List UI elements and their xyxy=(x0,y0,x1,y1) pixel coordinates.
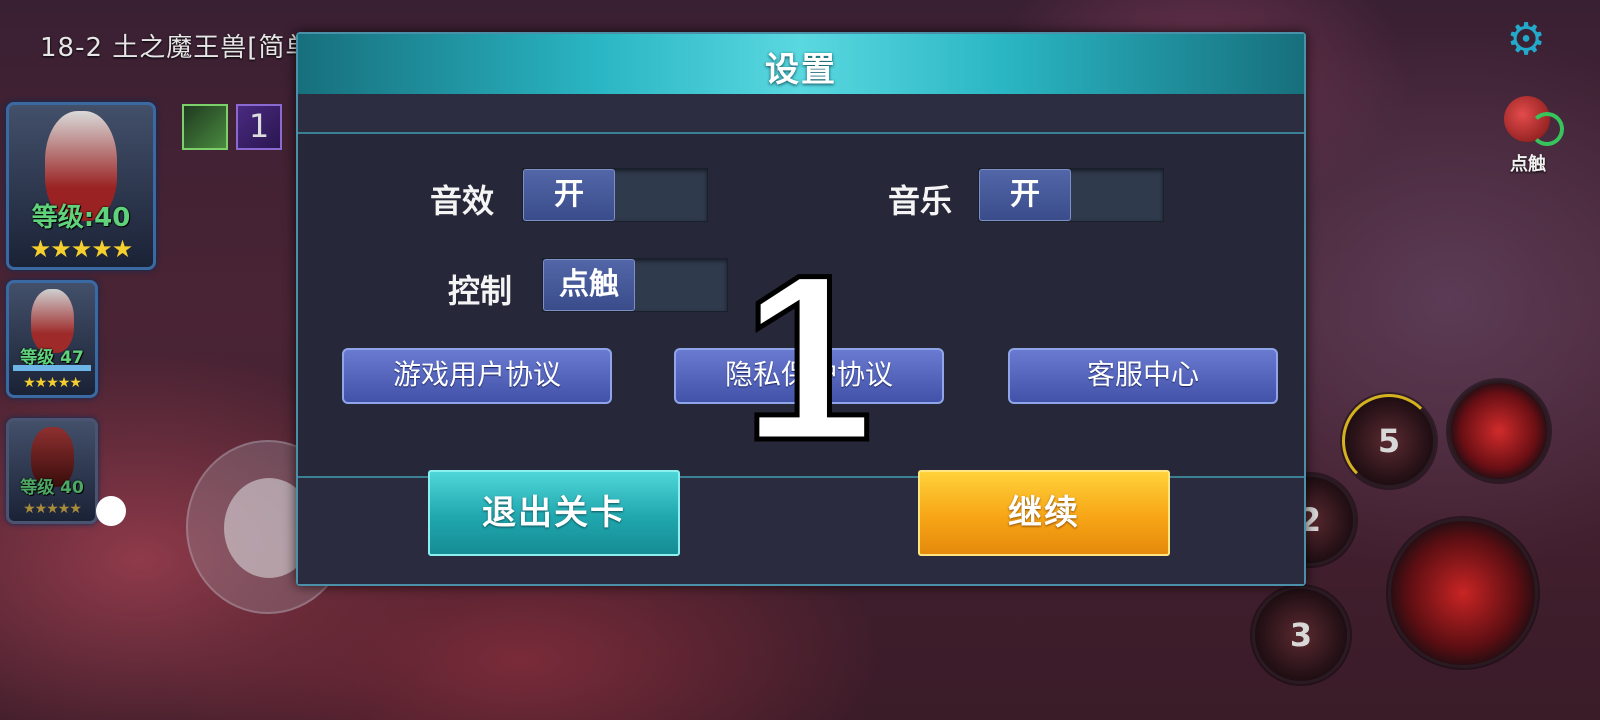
hero-energy-bar xyxy=(13,365,91,371)
toggle-knob[interactable]: 开 xyxy=(979,169,1071,221)
dialog-header: 设置 xyxy=(298,34,1304,94)
skill-button-special[interactable] xyxy=(1448,380,1550,482)
buff-icon-green xyxy=(182,104,228,150)
control-label: 控制 xyxy=(448,272,513,310)
tap-control-toggle[interactable]: 点触 xyxy=(1496,96,1564,180)
gear-icon[interactable]: ⚙ xyxy=(1500,18,1552,62)
indicator-dot xyxy=(96,496,126,526)
continue-button[interactable]: 继续 xyxy=(918,470,1170,556)
buff-icon-purple: 1 xyxy=(236,104,282,150)
user-agreement-button[interactable]: 游戏用户协议 xyxy=(342,348,612,404)
dialog-title: 设置 xyxy=(765,50,837,90)
skill-button-3[interactable]: 3 xyxy=(1252,586,1350,684)
hero-level: 等级 40 xyxy=(20,478,84,498)
sound-effects-label: 音效 xyxy=(430,182,495,220)
tap-control-label: 点触 xyxy=(1510,154,1546,175)
hero-stars: ★★★★★ xyxy=(29,235,134,263)
toggle-knob[interactable]: 开 xyxy=(523,169,615,221)
dialog-strip xyxy=(298,94,1304,134)
customer-service-button[interactable]: 客服中心 xyxy=(1008,348,1278,404)
toggle-knob[interactable]: 点触 xyxy=(543,259,635,311)
attack-button[interactable] xyxy=(1388,518,1538,668)
sound-effects-toggle[interactable]: 开 xyxy=(522,168,708,222)
hero-card-1[interactable]: 等级:40 ★★★★★ xyxy=(6,102,156,270)
music-toggle[interactable]: 开 xyxy=(978,168,1164,222)
hero-card-2[interactable]: 等级 47 ★★★★★ xyxy=(6,280,98,398)
stage-title: 18-2 土之魔王兽[简单] xyxy=(40,33,324,63)
music-label: 音乐 xyxy=(888,182,953,220)
hero-stars: ★★★★★ xyxy=(23,501,82,517)
rotate-arrow-icon xyxy=(1530,112,1564,146)
hero-stars: ★★★★★ xyxy=(23,375,82,391)
hero-card-3[interactable]: 等级 40 ★★★★★ xyxy=(6,418,98,524)
hero-level: 等级:40 xyxy=(31,203,131,233)
control-toggle[interactable]: 点触 xyxy=(542,258,728,312)
exit-stage-button[interactable]: 退出关卡 xyxy=(428,470,680,556)
skill-button-5[interactable]: 5 xyxy=(1342,394,1436,488)
overlay-number: 1 xyxy=(740,226,876,490)
